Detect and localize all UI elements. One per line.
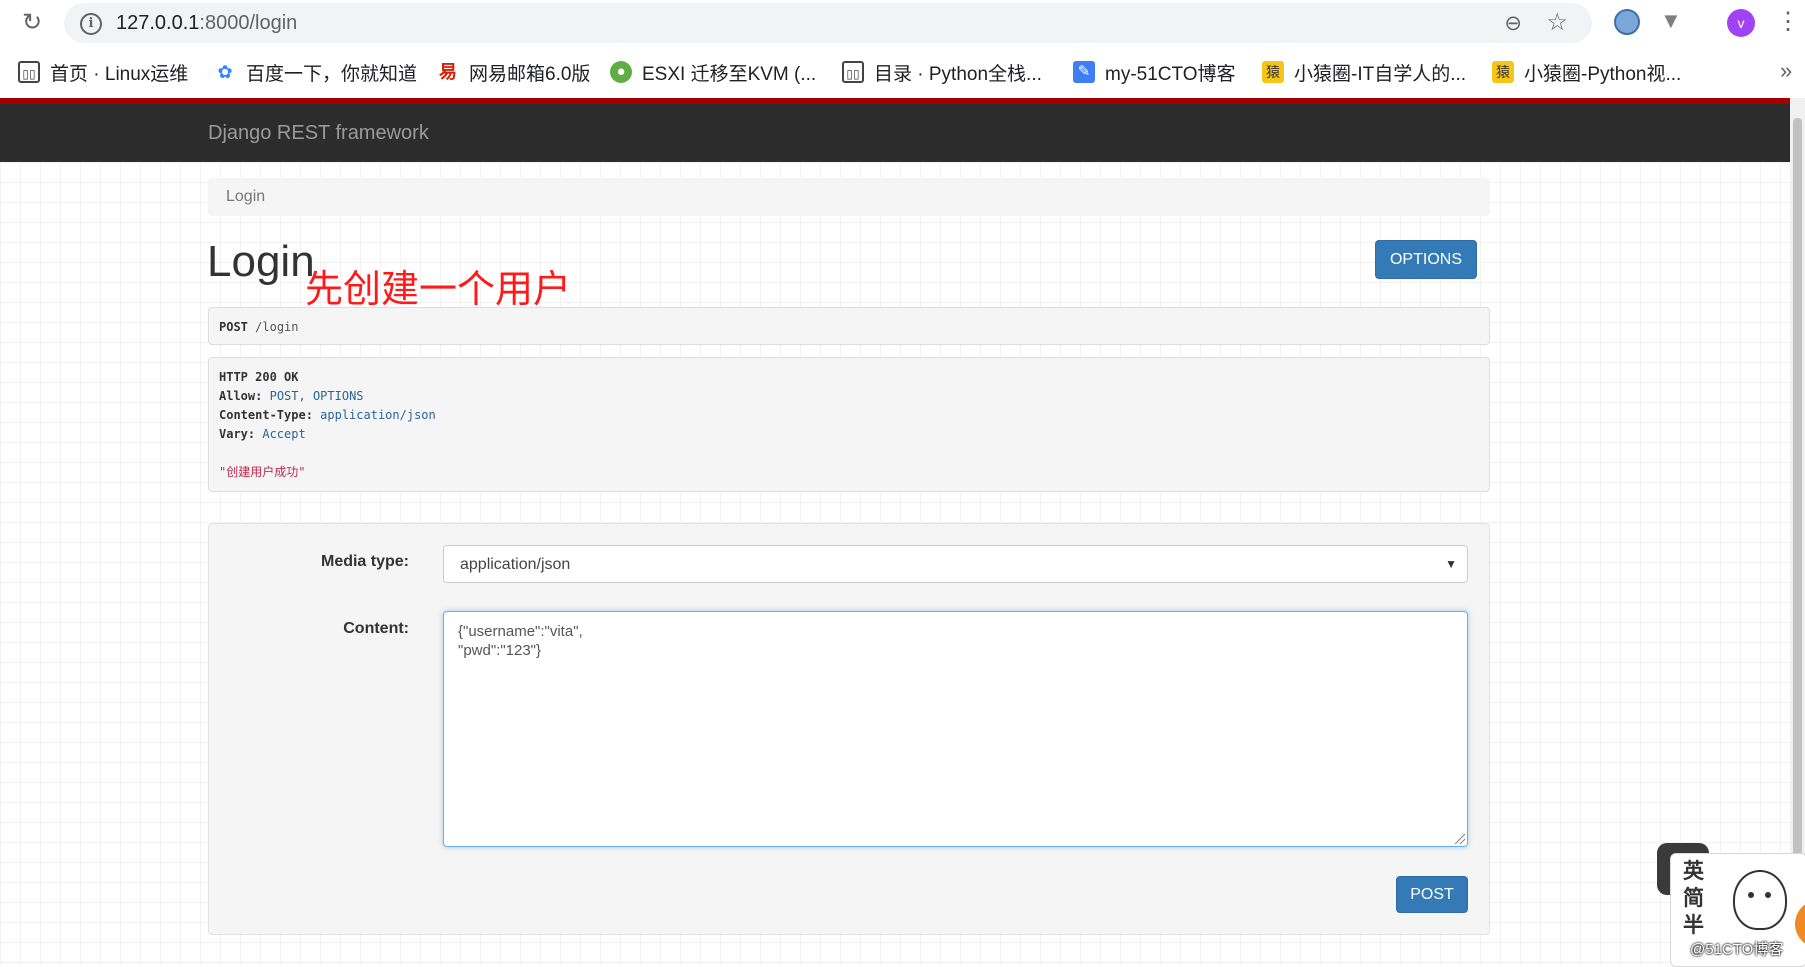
- book-icon: ▯▯: [18, 61, 40, 83]
- bookmarks-more-icon[interactable]: »: [1780, 58, 1792, 84]
- bookmark-item[interactable]: ● ESXI 迁移至KVM (...: [610, 59, 816, 85]
- breadcrumb-current: Login: [226, 188, 266, 205]
- yuan-icon: 猿: [1492, 61, 1514, 83]
- bookmark-label: 网易邮箱6.0版: [469, 63, 591, 85]
- response-body: "创建用户成功": [219, 465, 306, 479]
- options-button[interactable]: OPTIONS: [1375, 240, 1477, 279]
- header-name: Vary:: [219, 427, 256, 441]
- bookmark-label: 小猿圈-IT自学人的...: [1294, 63, 1467, 85]
- header-value: Accept: [262, 427, 306, 441]
- bookmark-label: 目录 · Python全栈...: [874, 63, 1042, 85]
- navbar-brand[interactable]: Django REST framework: [208, 122, 429, 145]
- browser-menu-icon[interactable]: ⋮: [1776, 6, 1800, 38]
- bookmark-item[interactable]: ✿ 百度一下，你就知道: [214, 59, 417, 85]
- bookmark-label: ESXI 迁移至KVM (...: [642, 63, 817, 85]
- browser-toolbar: ↻ i 127.0.0.1:8000/login ⊖ ☆ ▼ v ⋮: [0, 0, 1805, 46]
- bookmark-label: 首页 · Linux运维: [50, 63, 189, 85]
- request-path: /login: [255, 320, 299, 334]
- breadcrumb: Login: [208, 178, 1490, 216]
- extension-icon[interactable]: [1614, 9, 1640, 35]
- response-status: HTTP 200 OK: [219, 370, 299, 384]
- request-info: POST /login: [208, 307, 1490, 345]
- bookmark-item[interactable]: ▯▯ 首页 · Linux运维: [18, 59, 188, 85]
- address-bar[interactable]: i 127.0.0.1:8000/login ⊖ ☆: [64, 3, 1592, 43]
- navbar: Django REST framework: [0, 104, 1790, 162]
- post-button[interactable]: POST: [1396, 876, 1468, 913]
- bookmark-label: 小猿圈-Python视...: [1524, 63, 1682, 85]
- annotation-text: 先创建一个用户: [305, 267, 572, 311]
- bookmark-item[interactable]: ✎ my-51CTO博客: [1073, 59, 1236, 85]
- info-icon[interactable]: i: [80, 13, 102, 35]
- bookmark-item[interactable]: 猿小猿圈-Python视...: [1492, 59, 1681, 85]
- url-text[interactable]: 127.0.0.1:8000/login: [116, 12, 297, 35]
- page-scrollbar[interactable]: [1790, 98, 1805, 965]
- eye-icon: [1765, 892, 1771, 898]
- media-type-select[interactable]: application/json ▼: [443, 545, 1468, 583]
- bookmarks-bar: ▯▯ 首页 · Linux运维 ✿ 百度一下，你就知道 易网易邮箱6.0版 ● ESX…: [0, 46, 1805, 98]
- bookmark-item[interactable]: 猿小猿圈-IT自学人的...: [1262, 59, 1466, 85]
- bookmark-star-icon[interactable]: ☆: [1546, 8, 1568, 37]
- ime-char: 半: [1683, 914, 1704, 937]
- baidu-paw-icon: ✿: [217, 62, 233, 82]
- media-type-label: Media type:: [320, 553, 409, 570]
- header-value: POST, OPTIONS: [269, 389, 364, 403]
- vue-extension-icon[interactable]: ▼: [1660, 8, 1682, 34]
- resize-handle-icon[interactable]: [1455, 834, 1465, 844]
- cartoon-face-icon: [1733, 870, 1787, 930]
- request-method: POST: [219, 320, 248, 334]
- response-info: HTTP 200 OK Allow: POST, OPTIONS Content…: [208, 357, 1490, 492]
- netease-mail-icon: 易: [439, 62, 457, 82]
- feather-icon: ✎: [1073, 61, 1095, 83]
- bookmark-label: 百度一下，你就知道: [246, 63, 418, 85]
- request-line: POST /login: [219, 320, 299, 334]
- content-textarea[interactable]: {"username":"vita", "pwd":"123"}: [443, 611, 1468, 847]
- bookmark-label: my-51CTO博客: [1105, 63, 1236, 85]
- content-label: Content:: [343, 620, 409, 637]
- watermark: @51CTO博客: [1690, 941, 1784, 958]
- header-name: Allow:: [219, 389, 263, 403]
- bookmark-item[interactable]: ▯▯ 目录 · Python全栈...: [842, 59, 1042, 85]
- url-path: :8000/login: [199, 12, 298, 34]
- url-host: 127.0.0.1: [116, 12, 200, 34]
- bookmark-item[interactable]: 易网易邮箱6.0版: [437, 59, 590, 85]
- book-icon: ▯▯: [842, 61, 864, 83]
- content-text: {"username":"vita", "pwd":"123"}: [458, 623, 583, 659]
- header-value: application/json: [320, 408, 436, 422]
- ime-char: 简: [1683, 887, 1704, 910]
- header-name: Content-Type:: [219, 408, 313, 422]
- profile-avatar[interactable]: v: [1727, 9, 1755, 37]
- response-content: HTTP 200 OK Allow: POST, OPTIONS Content…: [219, 368, 436, 482]
- ime-char: 英: [1683, 860, 1704, 883]
- zoom-icon[interactable]: ⊖: [1504, 11, 1522, 36]
- reload-icon[interactable]: ↻: [18, 10, 46, 36]
- caret-down-icon: ▼: [1445, 557, 1457, 571]
- page-title: Login: [207, 237, 315, 286]
- eye-icon: [1748, 892, 1754, 898]
- yuan-icon: 猿: [1262, 61, 1284, 83]
- ime-mode-text: 英 简 半: [1683, 858, 1707, 939]
- media-type-value: application/json: [460, 556, 571, 573]
- scrollbar-thumb[interactable]: [1793, 118, 1802, 958]
- frog-icon: ●: [610, 61, 632, 83]
